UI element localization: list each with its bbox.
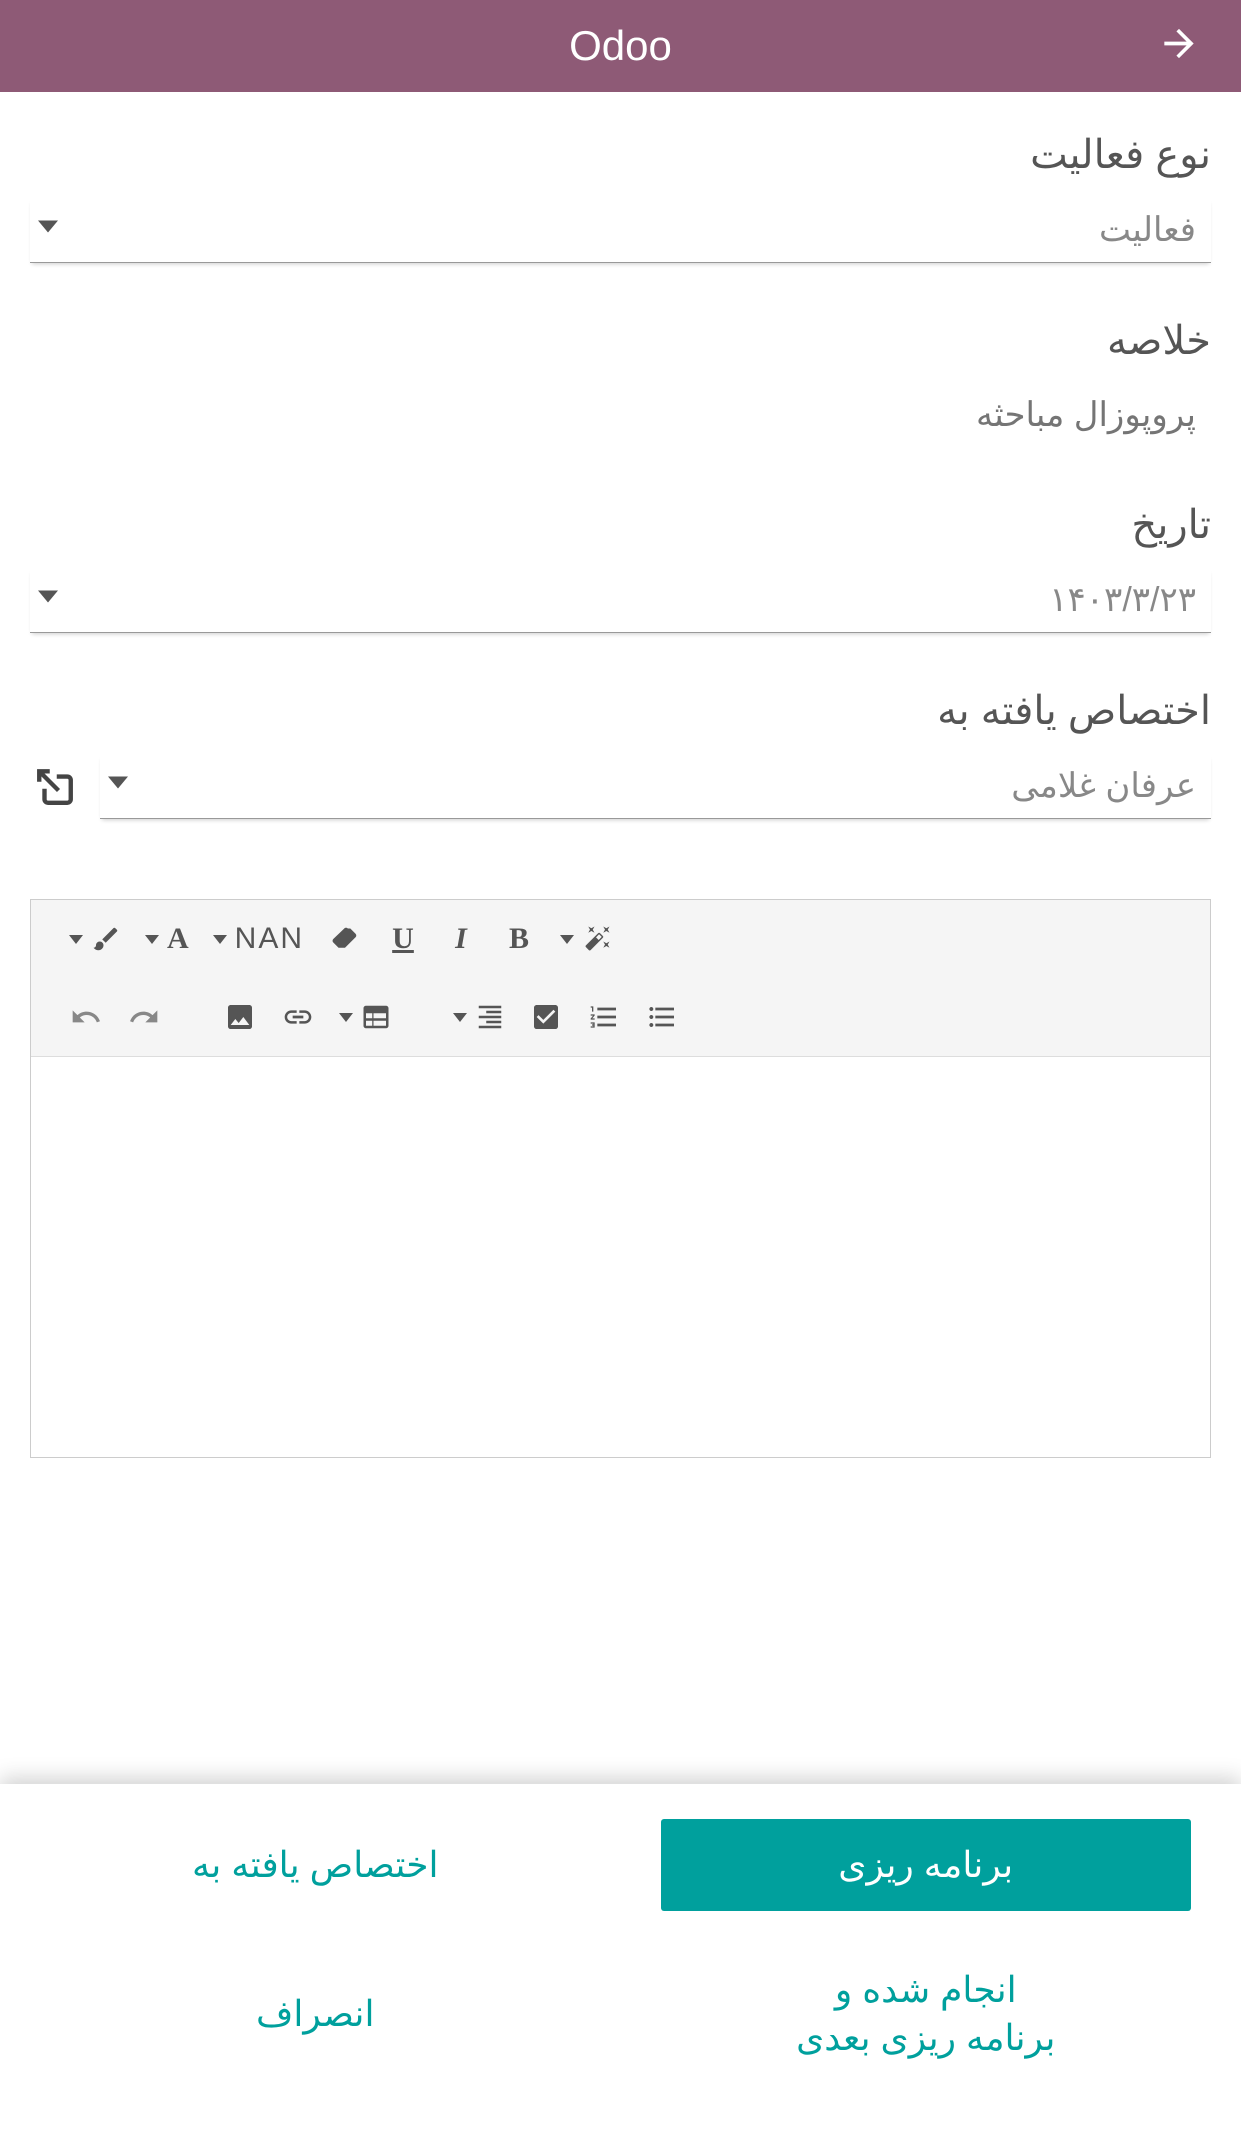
italic-button[interactable]: I xyxy=(436,914,486,964)
chevron-down-icon xyxy=(108,777,128,796)
underline-button[interactable]: U xyxy=(378,914,428,964)
bold-icon: B xyxy=(509,922,529,956)
undo-button[interactable] xyxy=(61,992,111,1042)
magic-wand-icon xyxy=(582,924,612,954)
image-icon xyxy=(224,1001,256,1033)
date-value: ۱۴۰۳/۳/۲۳ xyxy=(45,580,1196,620)
done-next-button[interactable]: انجام شده وبرنامه ریزی بعدی xyxy=(661,1941,1192,2088)
chevron-down-icon xyxy=(38,591,58,610)
eraser-icon xyxy=(328,924,362,954)
link-icon xyxy=(282,1001,314,1033)
form-container: نوع فعالیت فعالیت خلاصه تاریخ ۱۴۰۳/۳/۲۳ … xyxy=(0,92,1241,819)
bold-button[interactable]: B xyxy=(494,914,544,964)
style-dropdown[interactable] xyxy=(61,914,129,964)
chevron-down-icon xyxy=(213,935,227,944)
brush-icon xyxy=(91,924,121,954)
eraser-button[interactable] xyxy=(320,914,370,964)
ordered-list-icon xyxy=(588,1001,620,1033)
undo-icon xyxy=(70,1001,102,1033)
chevron-down-icon xyxy=(145,935,159,944)
ordered-list-button[interactable] xyxy=(579,992,629,1042)
link-button[interactable] xyxy=(273,992,323,1042)
chevron-down-icon xyxy=(560,935,574,944)
text-color-icon: A xyxy=(167,922,189,956)
underline-icon: U xyxy=(392,922,414,956)
chevron-down-icon xyxy=(339,1013,353,1022)
summary-label: خلاصه xyxy=(30,318,1211,364)
magic-dropdown[interactable] xyxy=(552,914,620,964)
action-button-bar: برنامه ریزی اختصاص یافته به انجام شده وب… xyxy=(0,1784,1241,2148)
redo-icon xyxy=(128,1001,160,1033)
chevron-down-icon xyxy=(38,221,58,240)
table-icon xyxy=(361,1002,391,1032)
assigned-to-label: اختصاص یافته به xyxy=(30,688,1211,734)
assigned-to-value: عرفان غلامی xyxy=(115,766,1196,806)
activity-type-select[interactable]: فعالیت xyxy=(30,198,1211,263)
chevron-down-icon xyxy=(453,1013,467,1022)
editor-toolbar: A NAN U I B xyxy=(31,900,1210,1057)
assigned-to-select[interactable]: عرفان غلامی xyxy=(100,754,1211,819)
activity-type-label: نوع فعالیت xyxy=(30,132,1211,178)
chevron-down-icon xyxy=(69,935,83,944)
checklist-icon xyxy=(530,1001,562,1033)
font-dropdown[interactable]: NAN xyxy=(205,914,312,964)
external-link-button[interactable] xyxy=(30,762,80,812)
editor-content-area[interactable] xyxy=(31,1057,1210,1457)
unordered-list-icon xyxy=(646,1001,678,1033)
checklist-button[interactable] xyxy=(521,992,571,1042)
header-title: Odoo xyxy=(569,22,672,70)
activity-type-field: نوع فعالیت فعالیت xyxy=(30,132,1211,263)
date-label: تاریخ xyxy=(30,502,1211,548)
italic-icon: I xyxy=(455,922,467,956)
plan-button[interactable]: برنامه ریزی xyxy=(661,1819,1192,1911)
app-header: Odoo xyxy=(0,0,1241,92)
assigned-to-field: اختصاص یافته به عرفان غلامی xyxy=(30,688,1211,819)
align-dropdown[interactable] xyxy=(445,992,513,1042)
rich-text-editor: A NAN U I B xyxy=(30,899,1211,1458)
date-select[interactable]: ۱۴۰۳/۳/۲۳ xyxy=(30,568,1211,633)
summary-input[interactable] xyxy=(45,396,1196,435)
table-dropdown[interactable] xyxy=(331,992,399,1042)
summary-field: خلاصه xyxy=(30,318,1211,447)
activity-type-value: فعالیت xyxy=(45,210,1196,250)
redo-button[interactable] xyxy=(119,992,169,1042)
font-label: NAN xyxy=(235,922,304,956)
text-color-dropdown[interactable]: A xyxy=(137,914,197,964)
unordered-list-button[interactable] xyxy=(637,992,687,1042)
cancel-button[interactable]: انصراف xyxy=(50,1941,581,2088)
image-button[interactable] xyxy=(215,992,265,1042)
back-arrow-icon[interactable] xyxy=(1157,22,1201,71)
summary-input-wrap[interactable] xyxy=(30,384,1211,447)
assigned-button[interactable]: اختصاص یافته به xyxy=(50,1819,581,1911)
align-icon xyxy=(475,1002,505,1032)
date-field: تاریخ ۱۴۰۳/۳/۲۳ xyxy=(30,502,1211,633)
